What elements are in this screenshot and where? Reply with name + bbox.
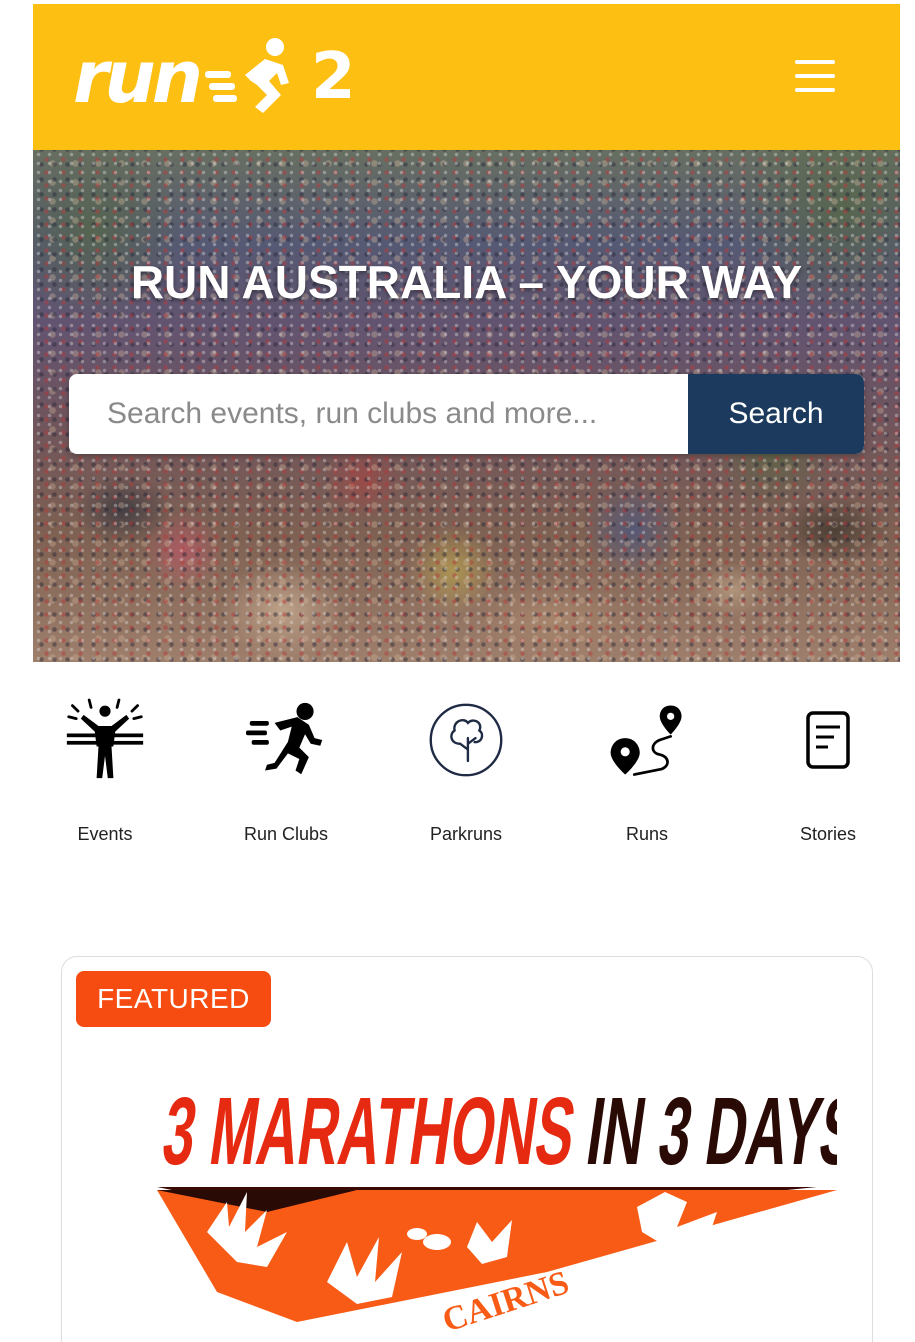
logo-runner-icon <box>205 35 305 120</box>
category-stories[interactable]: Stories <box>753 684 900 864</box>
page: run 2 RUN AUSTRALIA – YOUR WAY Search ev… <box>33 4 900 1342</box>
site-header: run 2 <box>33 4 900 150</box>
tree-icon <box>426 694 506 786</box>
category-label: Events <box>77 824 133 844</box>
category-label: Run Clubs <box>243 824 329 844</box>
category-parkruns[interactable]: Parkruns <box>391 684 541 864</box>
runner-icon <box>246 694 326 786</box>
category-runs[interactable]: Runs <box>572 684 722 864</box>
category-label: Runs <box>625 824 669 844</box>
category-nav: Events Run Clubs Parkruns Runs Stories <box>33 684 900 864</box>
logo-text: run <box>73 35 203 119</box>
hero-banner: RUN AUSTRALIA – YOUR WAY Search <box>33 150 900 662</box>
featured-card[interactable]: FEATURED 3 MARATHONS IN 3 DAYS CAIRNS <box>61 956 873 1342</box>
category-label: Stories <box>799 824 857 844</box>
featured-badge: FEATURED <box>76 971 271 1027</box>
search-bar: Search <box>69 374 864 454</box>
search-button[interactable]: Search <box>688 374 864 454</box>
featured-event-banner[interactable]: 3 MARATHONS IN 3 DAYS CAIRNS <box>117 1042 866 1342</box>
route-pin-icon <box>607 694 687 786</box>
finish-line-icon <box>65 694 145 786</box>
hero-title: RUN AUSTRALIA – YOUR WAY <box>130 256 803 308</box>
search-input[interactable] <box>69 374 687 454</box>
document-icon <box>788 694 868 786</box>
banner-headline-part1: 3 MARATHONS <box>157 1078 582 1184</box>
hamburger-menu-icon[interactable] <box>791 56 839 96</box>
banner-headline-part2: IN 3 DAYS <box>581 1078 837 1184</box>
category-label: Parkruns <box>429 824 503 844</box>
run2-logo[interactable]: run 2 <box>73 32 356 122</box>
category-events[interactable]: Events <box>33 684 180 864</box>
category-run-clubs[interactable]: Run Clubs <box>211 684 361 864</box>
logo-number: 2 <box>311 40 356 114</box>
